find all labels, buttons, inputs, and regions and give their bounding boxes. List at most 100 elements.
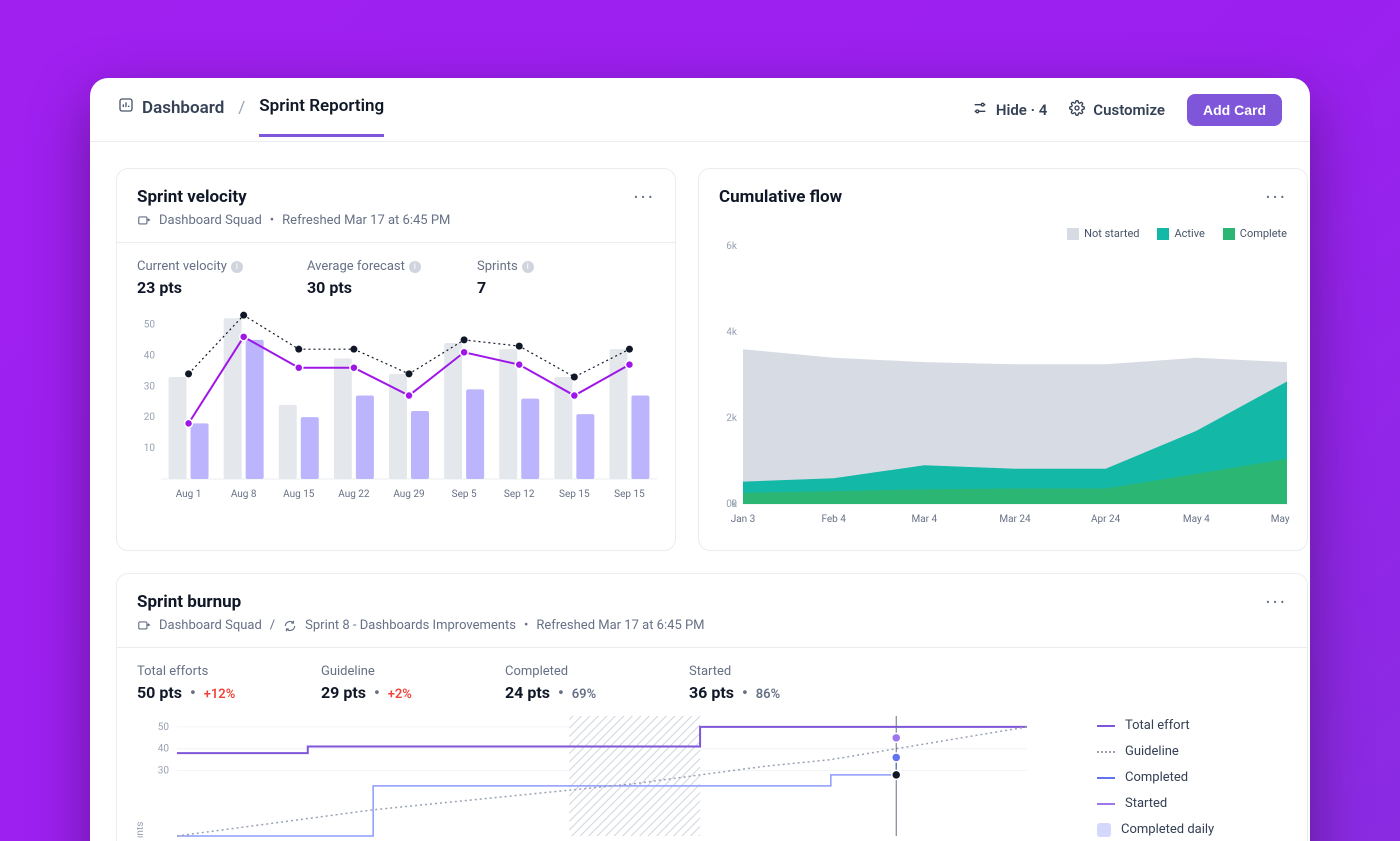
dot: • [558,683,564,702]
svg-text:Apr 24: Apr 24 [1091,514,1121,525]
burnup-legend: Total effort Guideline Completed Started… [1097,710,1307,841]
burnup-menu-button[interactable]: ··· [1265,592,1287,612]
svg-text:Mar 24: Mar 24 [999,514,1031,525]
legend-completed-daily: Completed daily [1121,822,1214,837]
burnup-team: Dashboard Squad [159,618,262,633]
legend-completed: Completed [1125,770,1188,785]
stat-value: 29 pts [321,683,366,702]
svg-text:Aug 15: Aug 15 [283,489,315,500]
svg-text:40: 40 [144,350,156,361]
hide-button[interactable]: Hide · 4 [972,100,1047,120]
svg-text:Sep 5: Sep 5 [452,489,477,500]
stat-value: 50 pts [137,683,182,702]
cumulative-title: Cumulative flow [719,187,842,207]
stat-pct: 86% [756,687,780,702]
stat-value: 23 pts [137,278,267,297]
cumulative-menu-button[interactable]: ··· [1265,187,1287,207]
gear-icon [1069,100,1085,120]
dot: • [190,683,196,702]
burnup-refreshed: Refreshed Mar 17 at 6:45 PM [536,618,704,633]
svg-text:4k: 4k [726,327,738,338]
stat-value: 36 pts [689,683,734,702]
svg-text:Mar 4: Mar 4 [911,514,937,525]
svg-text:10: 10 [144,443,156,454]
legend-complete: Complete [1240,227,1287,240]
breadcrumb-current[interactable]: Sprint Reporting [259,96,384,137]
cumulative-chart: 0k2k4k6k0Jan 3Feb 4Mar 4Mar 24Apr 24May … [713,240,1293,528]
stat-delta: +12% [204,687,236,702]
page-title: Sprint Reporting [259,96,384,116]
svg-text:50: 50 [158,722,170,733]
stat-started: Started 36 pts•86% [689,664,819,702]
dot-separator: • [524,618,528,633]
topbar: Dashboard / Sprint Reporting Hide · 4 [90,78,1310,142]
svg-text:May 15: May 15 [1271,514,1293,525]
legend-guideline: Guideline [1125,744,1179,759]
breadcrumb-dashboard[interactable]: Dashboard [118,97,224,136]
legend-active: Active [1174,227,1204,240]
info-icon[interactable]: i [409,261,421,273]
stat-label: Completed [505,664,635,679]
svg-text:20: 20 [144,412,156,423]
info-icon[interactable]: i [522,261,534,273]
svg-text:ints: ints [137,822,146,838]
svg-text:Aug 29: Aug 29 [393,489,424,500]
stat-average-forecast: Average forecast i 30 pts [307,259,437,297]
svg-text:50: 50 [144,319,156,330]
customize-label: Customize [1093,101,1165,119]
breadcrumb-separator: / [238,98,245,136]
sprint-icon [283,619,297,633]
svg-text:40: 40 [158,744,170,755]
svg-text:Sep 15: Sep 15 [614,489,645,500]
svg-text:Jan 3: Jan 3 [731,514,756,525]
hide-label: Hide · 4 [996,101,1047,119]
velocity-menu-button[interactable]: ··· [633,187,655,207]
dot-separator: • [270,213,274,228]
burnup-sprint: Sprint 8 - Dashboards Improvements [305,618,516,633]
dot: • [742,683,748,702]
stat-value: 7 [477,278,607,297]
stat-sprints: Sprints i 7 [477,259,607,297]
velocity-refreshed: Refreshed Mar 17 at 6:45 PM [282,213,450,228]
stat-value: 30 pts [307,278,437,297]
svg-text:May 4: May 4 [1183,514,1210,525]
svg-text:Aug 22: Aug 22 [338,489,370,500]
legend-total-effort: Total effort [1125,718,1190,733]
burnup-title: Sprint burnup [137,592,705,612]
team-icon [137,214,151,228]
slash-separator: / [270,618,275,633]
breadcrumb-dashboard-label: Dashboard [142,98,224,118]
svg-text:30: 30 [158,766,170,777]
sliders-icon [972,100,988,120]
add-card-button[interactable]: Add Card [1187,94,1282,126]
svg-text:30: 30 [144,381,156,392]
legend-not-started: Not started [1084,227,1139,240]
breadcrumb: Dashboard / Sprint Reporting [118,96,972,137]
stat-current-velocity: Current velocity i 23 pts [137,259,267,297]
stat-guideline: Guideline 29 pts • +2% [321,664,451,702]
velocity-title: Sprint velocity [137,187,450,207]
velocity-team: Dashboard Squad [159,213,262,228]
velocity-chart: 1020304050Aug 1Aug 8Aug 15Aug 22Aug 29Se… [131,303,663,503]
info-icon[interactable]: i [231,261,243,273]
stat-label: Total efforts [137,664,267,679]
svg-text:Aug 1: Aug 1 [176,489,202,500]
customize-button[interactable]: Customize [1069,100,1165,120]
stat-completed: Completed 24 pts•69% [505,664,635,702]
app-window: Dashboard / Sprint Reporting Hide · 4 [90,78,1310,841]
card-cumulative-flow: Cumulative flow ··· Not started Active C… [698,168,1308,551]
svg-text:Sep 12: Sep 12 [504,489,535,500]
burnup-chart: 30 40 50 ints [137,710,1037,840]
stat-pct: 69% [572,687,596,702]
svg-text:0: 0 [731,499,737,510]
stat-label: Sprints [477,259,518,274]
stat-delta: +2% [388,687,412,702]
legend-started: Started [1125,796,1167,811]
stat-label: Average forecast [307,259,405,274]
card-sprint-burnup: Sprint burnup Dashboard Squad / Sprint 8… [116,573,1308,841]
cumulative-legend: Not started Active Complete [699,221,1307,240]
svg-text:6k: 6k [726,241,738,252]
dot: • [374,683,380,702]
stat-label: Current velocity [137,259,227,274]
stat-label: Guideline [321,664,451,679]
